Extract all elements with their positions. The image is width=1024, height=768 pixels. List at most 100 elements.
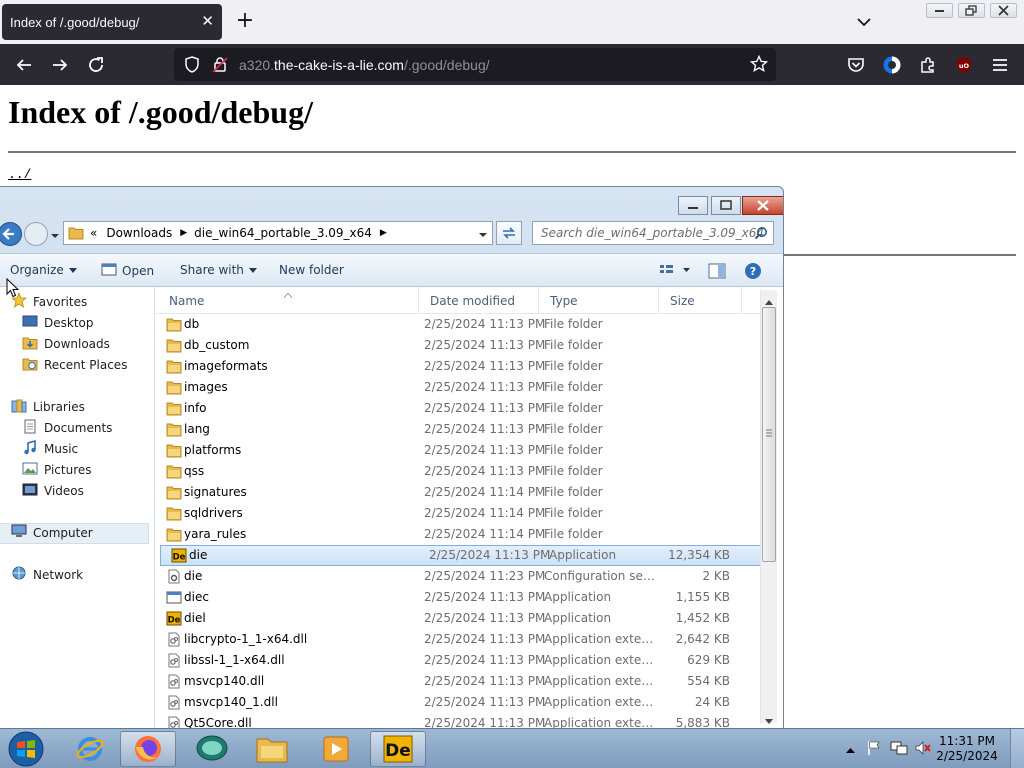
mouse-cursor-icon [6, 277, 20, 301]
action-center-flag-icon[interactable] [866, 740, 882, 759]
parent-directory-link[interactable]: ../ [8, 167, 31, 182]
open-button[interactable]: Open [101, 262, 154, 280]
network-status-icon[interactable] [890, 740, 908, 759]
share-with-button[interactable]: Share with [180, 263, 257, 277]
organize-button[interactable]: Organize [10, 263, 77, 277]
file-row[interactable]: images 2/25/2024 11:13 PM File folder [155, 377, 761, 398]
scroll-down-icon[interactable] [765, 714, 773, 728]
file-row[interactable]: db 2/25/2024 11:13 PM File folder [155, 314, 761, 335]
nav-item-videos[interactable]: Videos [22, 480, 84, 501]
file-list-scrollbar[interactable] [760, 290, 777, 724]
explorer-close-button[interactable] [742, 196, 783, 215]
nav-item-recent-places[interactable]: Recent Places [22, 354, 127, 375]
column-header-type[interactable]: Type [550, 294, 578, 308]
restore-window-button[interactable] [958, 3, 985, 18]
file-row[interactable]: libssl-1_1-x64.dll 2/25/2024 11:13 PM Appl… [155, 650, 761, 671]
file-row[interactable]: platforms 2/25/2024 11:13 PM File folder [155, 440, 761, 461]
column-header-date[interactable]: Date modified [430, 294, 515, 308]
nav-item-documents[interactable]: Documents [22, 417, 112, 438]
column-header-size[interactable]: Size [670, 294, 695, 308]
file-row[interactable]: msvcp140.dll 2/25/2024 11:13 PM Applicatio… [155, 671, 761, 692]
back-arrow-icon[interactable] [0, 221, 23, 250]
nav-item-favorites[interactable]: Favorites [10, 291, 87, 312]
file-row[interactable]: die 2/25/2024 11:23 PM Configuration sett.… [155, 566, 761, 587]
file-row[interactable]: libcrypto-1_1-x64.dll 2/25/2024 11:13 PM A… [155, 629, 761, 650]
address-bar[interactable]: a320.the-cake-is-a-lie.com/.good/debug/ [174, 48, 776, 81]
ublock-origin-icon[interactable]: uO [951, 52, 977, 78]
system-clock[interactable]: 11:31 PM 2/25/2024 [936, 734, 998, 764]
nav-item-libraries[interactable]: Libraries [11, 396, 85, 417]
tab-close-icon[interactable]: ✕ [201, 13, 214, 31]
recent-locations-dropdown-icon[interactable] [50, 229, 60, 243]
reload-icon[interactable] [83, 52, 109, 78]
url-text[interactable]: a320.the-cake-is-a-lie.com/.good/debug/ [239, 57, 490, 73]
taskbar-windows-explorer[interactable] [244, 731, 300, 767]
column-separator[interactable] [658, 287, 659, 314]
search-icon[interactable] [754, 226, 768, 243]
insecure-lock-icon[interactable] [212, 56, 228, 76]
forward-arrow-icon[interactable] [23, 221, 49, 250]
show-hidden-icons-icon[interactable] [846, 743, 855, 757]
nav-item-desktop[interactable]: Desktop [22, 312, 94, 333]
forward-icon[interactable] [47, 52, 73, 78]
nav-item-computer[interactable]: Computer [11, 522, 93, 543]
file-row[interactable]: imageformats 2/25/2024 11:13 PM File folde… [155, 356, 761, 377]
breadcrumb-item[interactable]: Downloads [106, 226, 172, 240]
preview-pane-icon[interactable] [708, 263, 726, 282]
taskbar-internet-explorer[interactable] [62, 731, 118, 767]
tracking-protection-shield-icon[interactable] [184, 56, 200, 76]
view-options-icon[interactable] [659, 263, 693, 280]
explorer-refresh-button[interactable] [496, 221, 522, 245]
nav-item-music[interactable]: Music [22, 438, 78, 459]
minimize-window-button[interactable] [926, 3, 953, 18]
nav-item-network[interactable]: Network [11, 564, 83, 585]
nav-item-pictures[interactable]: Pictures [22, 459, 92, 480]
dark-reader-extension-icon[interactable] [879, 52, 905, 78]
list-all-tabs-button[interactable] [854, 12, 874, 32]
scroll-up-icon[interactable] [765, 294, 773, 308]
file-row[interactable]: lang 2/25/2024 11:13 PM File folder [155, 419, 761, 440]
nav-item-downloads[interactable]: Downloads [22, 333, 110, 354]
file-row[interactable]: msvcp140_1.dll 2/25/2024 11:13 PM Applicat… [155, 692, 761, 713]
explorer-minimize-button[interactable] [678, 196, 708, 215]
scrollbar-thumb[interactable] [762, 307, 776, 562]
explorer-address-bar[interactable]: « Downloads ▶ die_win64_portable_3.09_x6… [63, 221, 493, 245]
file-row[interactable]: qss 2/25/2024 11:13 PM File folder [155, 461, 761, 482]
menu-hamburger-icon[interactable] [987, 52, 1013, 78]
extensions-puzzle-icon[interactable] [915, 52, 941, 78]
column-header-name[interactable]: Name [169, 294, 204, 308]
column-separator[interactable] [538, 287, 539, 314]
file-row[interactable]: De diel 2/25/2024 11:13 PM Application 1,452… [155, 608, 761, 629]
help-icon[interactable]: ? [744, 262, 762, 283]
start-button[interactable] [6, 730, 46, 768]
file-row[interactable]: signatures 2/25/2024 11:14 PM File folder [155, 482, 761, 503]
column-separator[interactable] [418, 287, 419, 314]
taskbar-detect-it-easy[interactable]: De [370, 731, 426, 767]
close-window-button[interactable] [990, 3, 1017, 18]
file-row[interactable]: De die 2/25/2024 11:13 PM Application 12,354… [160, 545, 761, 566]
explorer-maximize-button[interactable] [711, 196, 741, 215]
file-row[interactable]: info 2/25/2024 11:13 PM File folder [155, 398, 761, 419]
file-row[interactable]: diec 2/25/2024 11:13 PM Application 1,155 K… [155, 587, 761, 608]
column-separator[interactable] [741, 287, 742, 314]
breadcrumb-separator-icon[interactable]: ▶ [380, 228, 387, 238]
taskbar-chat-app[interactable] [184, 731, 240, 767]
breadcrumb-overflow-icon[interactable]: « [90, 226, 97, 240]
show-desktop-button[interactable] [1010, 729, 1024, 768]
explorer-search-input[interactable]: Search die_win64_portable_3.09_x64 [532, 221, 774, 245]
file-row[interactable]: db_custom 2/25/2024 11:13 PM File folder [155, 335, 761, 356]
new-folder-button[interactable]: New folder [279, 263, 344, 277]
taskbar-media-player[interactable] [308, 731, 364, 767]
file-row[interactable]: sqldrivers 2/25/2024 11:14 PM File folder [155, 503, 761, 524]
breadcrumb-separator-icon[interactable]: ▶ [180, 228, 187, 238]
bookmark-star-icon[interactable] [749, 54, 769, 76]
taskbar-firefox[interactable] [120, 731, 176, 767]
new-tab-button[interactable]: + [234, 10, 256, 32]
address-dropdown-icon[interactable] [478, 228, 488, 242]
breadcrumb-item[interactable]: die_win64_portable_3.09_x64 [194, 226, 372, 240]
browser-tab[interactable]: Index of /.good/debug/ ✕ [2, 4, 222, 40]
volume-muted-icon[interactable] [914, 740, 932, 759]
back-icon[interactable] [11, 52, 37, 78]
pocket-icon[interactable] [843, 52, 869, 78]
file-row[interactable]: yara_rules 2/25/2024 11:14 PM File folder [155, 524, 761, 545]
